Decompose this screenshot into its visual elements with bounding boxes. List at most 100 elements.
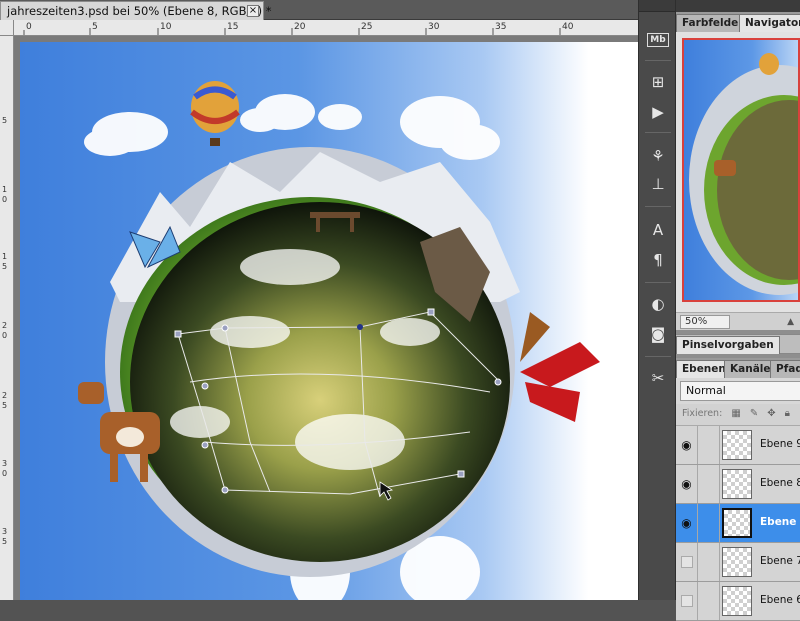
visibility-eye-icon[interactable]: ◉ — [676, 465, 698, 503]
tab-kanaele[interactable]: Kanäle — [724, 360, 777, 378]
clone-source-icon[interactable]: ⊥ — [645, 172, 671, 196]
lock-transparency-icon[interactable]: ▦ — [731, 408, 740, 419]
layer-link-cell[interactable] — [698, 582, 720, 620]
navigator-tab-row: Farbfelder Navigator — [676, 12, 800, 32]
visibility-eye-icon[interactable]: ◉ — [676, 504, 698, 542]
ruler-h-label: 10 — [160, 22, 172, 32]
layer-name: Ebene 7 — [760, 555, 800, 567]
layer-link-cell[interactable] — [698, 504, 720, 542]
layer-row-selected[interactable]: ◉ Ebene 8 — [676, 504, 800, 543]
tool-presets-icon[interactable]: ✂ — [645, 366, 671, 390]
dock-separator — [645, 356, 671, 357]
ruler-h-label: 25 — [361, 22, 372, 32]
layer-link-cell[interactable] — [698, 543, 720, 581]
ruler-v-label: 1 — [2, 185, 7, 194]
blend-mode-row: Normal — [676, 378, 800, 404]
visibility-toggle-box[interactable] — [676, 543, 698, 581]
ruler-origin[interactable] — [0, 20, 14, 36]
ruler-h-label: 40 — [562, 22, 574, 32]
visibility-toggle-box[interactable] — [676, 582, 698, 620]
ruler-v-label: 3 — [2, 459, 7, 468]
tab-pinselvorgaben[interactable]: Pinselvorgaben — [676, 336, 780, 354]
layer-name: Ebene 8 — [760, 516, 800, 528]
panel-dock-strip: Mb ⊞ ▶ ⚘ ⊥ A ¶ ◐ ◙ ✂ — [638, 0, 676, 600]
lock-image-icon[interactable]: ✎ — [750, 408, 758, 419]
ruler-h-label: 20 — [294, 22, 306, 32]
layer-thumbnail — [722, 586, 752, 616]
right-panels: Farbfelder Navigator 50% ▲ Pinselvorgabe… — [676, 0, 800, 621]
tiny-planet-artwork — [78, 81, 600, 600]
dock-separator — [645, 60, 671, 61]
ruler-v-label: 3 — [2, 527, 7, 536]
actions-icon[interactable]: ▶ — [645, 100, 671, 124]
layer-name: Ebene 8 Kopie — [760, 477, 800, 489]
vertical-ruler[interactable]: 5 1 0 1 5 2 0 2 5 3 0 3 5 — [0, 36, 14, 600]
styles-icon[interactable]: ◐ — [645, 292, 671, 316]
lock-row: Fixieren: ▦ ✎ ✥ 🔒︎ — [676, 404, 800, 426]
navigator-panel — [676, 32, 800, 312]
visibility-off-icon — [680, 595, 693, 607]
ruler-h-label: 0 — [26, 22, 32, 32]
history-icon[interactable]: ⊞ — [645, 70, 671, 94]
close-document-icon[interactable]: × — [247, 5, 259, 17]
lock-position-icon[interactable]: ✥ — [767, 408, 775, 419]
layer-link-cell[interactable] — [698, 465, 720, 503]
horizontal-ruler[interactable]: 0 5 10 15 20 25 30 35 40 — [14, 20, 638, 36]
horizontal-ruler-ticks: 0 5 10 15 20 25 30 35 40 — [23, 22, 574, 35]
layer-row[interactable]: ◉ Ebene 9 — [676, 426, 800, 465]
dock-separator — [645, 132, 671, 133]
dock-collapse-bar[interactable] — [639, 0, 675, 12]
layer-thumbnail — [722, 547, 752, 577]
ruler-v-label: 5 — [2, 401, 7, 410]
panels-collapse-bar[interactable] — [676, 0, 800, 12]
lock-label: Fixieren: — [682, 408, 723, 419]
brushes-icon[interactable]: ⚘ — [645, 144, 671, 168]
navigator-preview[interactable] — [682, 38, 800, 302]
navigator-zoom-row: 50% ▲ — [676, 312, 800, 330]
ruler-v-label: 2 — [2, 391, 7, 400]
ruler-v-label: 0 — [2, 331, 7, 340]
layer-row[interactable]: Ebene 7 — [676, 543, 800, 582]
layer-thumbnail — [722, 508, 752, 538]
ruler-h-label: 15 — [227, 22, 238, 32]
layer-thumbnail — [722, 469, 752, 499]
ruler-v-label: 2 — [2, 321, 7, 330]
ruler-v-label: 5 — [2, 116, 7, 125]
ruler-v-label: 0 — [2, 195, 7, 204]
layer-name: Ebene 6 — [760, 594, 800, 606]
layer-name: Ebene 9 — [760, 438, 800, 450]
layers-tab-row: Ebenen Kanäle Pfade — [676, 358, 800, 378]
dock-separator — [645, 282, 671, 283]
mini-bridge-label: Mb — [647, 33, 669, 47]
document-tab-title: jahreszeiten3.psd bei 50% (Ebene 8, RGB/… — [7, 4, 272, 18]
document-tab-bar: jahreszeiten3.psd bei 50% (Ebene 8, RGB/… — [0, 0, 638, 20]
artwork-image[interactable] — [20, 42, 638, 600]
ruler-v-label: 5 — [2, 262, 7, 271]
ruler-v-label: 1 — [2, 252, 7, 261]
brush-presets-tab-row: Pinselvorgaben — [676, 334, 800, 354]
visibility-off-icon — [680, 556, 693, 568]
layers-list: ◉ Ebene 9 ◉ Ebene 8 Kopie ◉ Ebene 8 Eben… — [676, 426, 800, 621]
tab-pfade[interactable]: Pfade — [770, 360, 800, 378]
zoom-field[interactable]: 50% — [680, 315, 730, 329]
ruler-h-label: 5 — [92, 22, 98, 32]
zoom-out-icon[interactable]: ▲ — [787, 317, 794, 327]
ruler-v-label: 5 — [2, 537, 7, 546]
layer-link-cell[interactable] — [698, 426, 720, 464]
navigator-thumbnail — [689, 53, 798, 295]
ruler-h-label: 35 — [495, 22, 506, 32]
document-canvas[interactable] — [14, 36, 638, 600]
tab-navigator[interactable]: Navigator — [739, 14, 800, 32]
character-icon[interactable]: A — [645, 218, 671, 242]
visibility-eye-icon[interactable]: ◉ — [676, 426, 698, 464]
paragraph-icon[interactable]: ¶ — [645, 248, 671, 272]
ruler-h-label: 30 — [428, 22, 440, 32]
vertical-ruler-ticks: 5 1 0 1 5 2 0 2 5 3 0 3 5 — [2, 116, 7, 546]
document-tab[interactable]: jahreszeiten3.psd bei 50% (Ebene 8, RGB/… — [0, 1, 272, 20]
blend-mode-select[interactable]: Normal — [680, 381, 800, 401]
layer-row[interactable]: ◉ Ebene 8 Kopie — [676, 465, 800, 504]
layer-row[interactable]: Ebene 6 — [676, 582, 800, 621]
masks-icon[interactable]: ◙ — [645, 322, 671, 346]
mini-bridge-icon[interactable]: Mb — [645, 28, 671, 52]
lock-all-icon[interactable]: 🔒︎ — [785, 408, 790, 419]
